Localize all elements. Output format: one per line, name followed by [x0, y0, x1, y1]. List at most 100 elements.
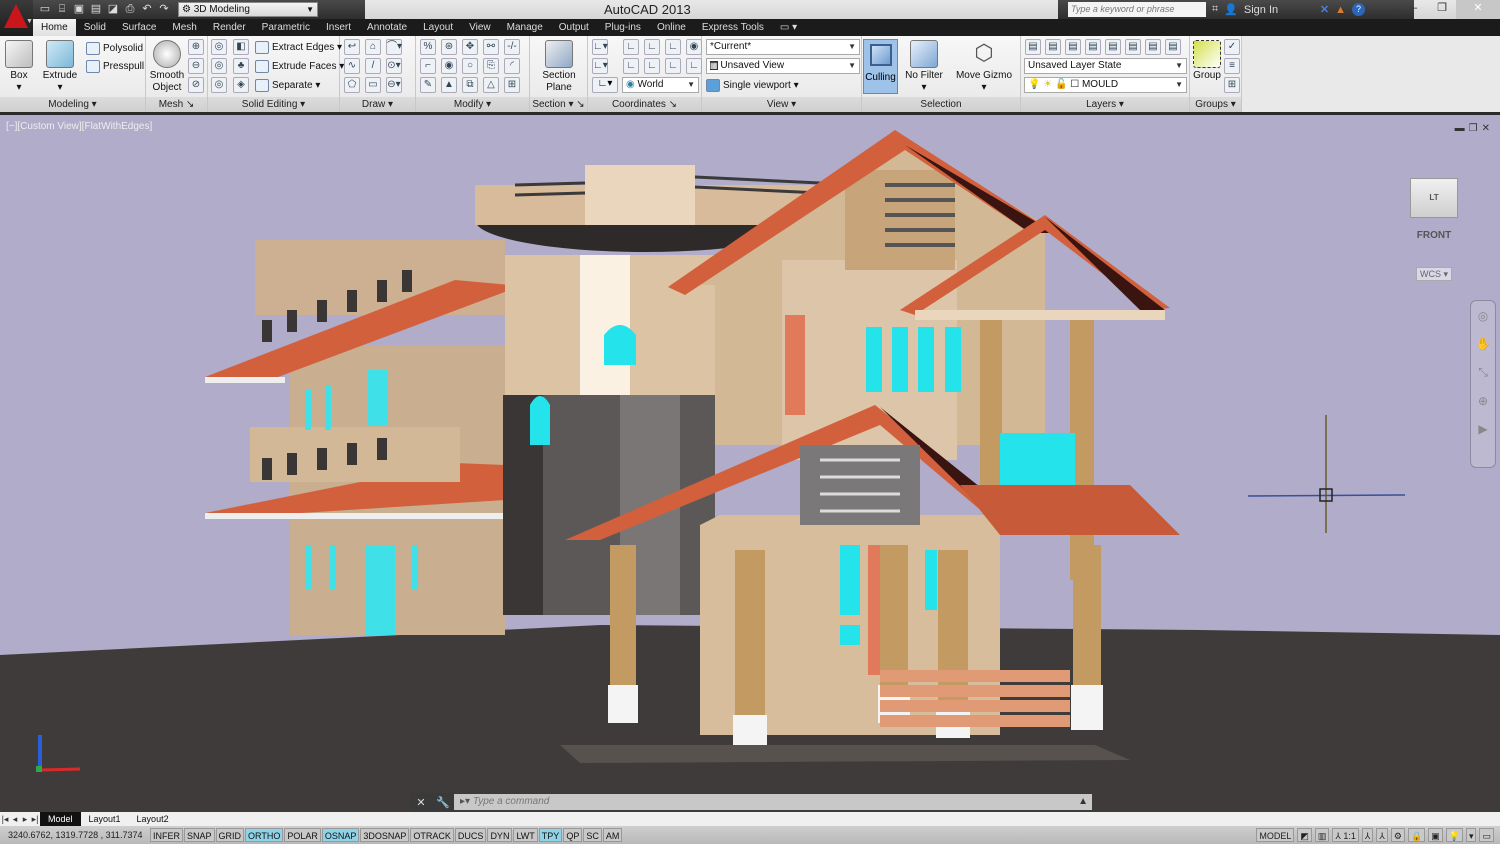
- tab-surface[interactable]: Surface: [114, 19, 164, 36]
- toggle-ortho[interactable]: ORTHO: [245, 828, 284, 842]
- ucs-previous-icon[interactable]: ∟: [623, 58, 639, 74]
- group-edit-icon[interactable]: ≡: [1224, 58, 1240, 74]
- close-icon[interactable]: ✕: [410, 796, 432, 809]
- toggle-ducs[interactable]: DUCS: [454, 828, 487, 842]
- refine-mesh-icon[interactable]: ⊘: [188, 77, 204, 93]
- ucs-icon-dropdown[interactable]: ∟▾: [592, 77, 618, 93]
- tab-solid[interactable]: Solid: [76, 19, 114, 36]
- ucs-world-icon[interactable]: ∟: [644, 39, 660, 55]
- isolate-icon[interactable]: ▤: [1105, 39, 1121, 55]
- layer-dropdown[interactable]: 💡 ☀ 🔓 ☐ MOULD ▼: [1024, 77, 1187, 93]
- model-space-button[interactable]: MODEL: [1256, 828, 1295, 842]
- panel-title-view[interactable]: View ▾: [702, 97, 861, 112]
- toggle-polar[interactable]: POLAR: [284, 828, 321, 842]
- tab-output[interactable]: Output: [551, 19, 597, 36]
- undo-icon[interactable]: ↶: [140, 3, 154, 16]
- unisolate-icon[interactable]: ▤: [1125, 39, 1141, 55]
- smooth-more-icon[interactable]: ⊕: [188, 39, 204, 55]
- layer-previous-icon[interactable]: ▤: [1085, 39, 1101, 55]
- last-tab-icon[interactable]: ▸|: [30, 814, 40, 825]
- sign-in-link[interactable]: Sign In: [1244, 4, 1314, 16]
- smooth-object-button[interactable]: Smooth Object: [148, 40, 186, 94]
- maximize-icon[interactable]: ❐: [1428, 0, 1456, 19]
- binoculars-icon[interactable]: ⌗: [1212, 3, 1218, 16]
- copy-icon[interactable]: ⎘: [483, 58, 499, 74]
- extrude-faces-button[interactable]: Extrude Faces ▾: [255, 58, 344, 75]
- tab-view[interactable]: View: [461, 19, 499, 36]
- box-button[interactable]: Box ▾: [4, 40, 34, 94]
- tab-insert[interactable]: Insert: [318, 19, 359, 36]
- zoom-icon[interactable]: ⤡: [1478, 365, 1488, 380]
- open-icon[interactable]: ⌸: [55, 3, 69, 16]
- toggle-lwt[interactable]: LWT: [513, 828, 538, 842]
- viewport-controls-label[interactable]: [−][Custom View][FlatWithEdges]: [6, 121, 152, 132]
- panel-title-coordinates[interactable]: Coordinates ↘: [588, 97, 701, 112]
- quick-view-drawings-icon[interactable]: ▥: [1314, 828, 1330, 842]
- intersect-icon[interactable]: ◎: [211, 77, 227, 93]
- prev-tab-icon[interactable]: ◂: [10, 814, 20, 825]
- polysolid-button[interactable]: Polysolid: [86, 40, 143, 57]
- visual-style-dropdown[interactable]: *Current* ▼: [706, 39, 860, 55]
- command-history-toggle[interactable]: ▲: [1078, 794, 1088, 810]
- isolate-objects-icon[interactable]: 💡: [1445, 828, 1463, 842]
- toggle-sc[interactable]: SC: [583, 828, 602, 842]
- panel-title-modify[interactable]: Modify ▾: [416, 97, 529, 112]
- ucs-named-icon[interactable]: ∟: [623, 39, 639, 55]
- ucs-menu[interactable]: WCS ▾: [1416, 267, 1452, 281]
- subtract-icon[interactable]: ◎: [211, 58, 227, 74]
- arc-icon[interactable]: ⌒▾: [386, 39, 402, 55]
- workspace-switching-icon[interactable]: ⚙: [1390, 828, 1405, 842]
- tab-layout[interactable]: Layout: [415, 19, 461, 36]
- slice-icon[interactable]: ◧: [233, 39, 249, 55]
- next-tab-icon[interactable]: ▸: [20, 814, 30, 825]
- toggle-osnap[interactable]: OSNAP: [321, 828, 360, 842]
- help-icon[interactable]: ?: [1352, 3, 1366, 16]
- 3d-align-icon[interactable]: ⚯: [483, 39, 499, 55]
- tab-mesh[interactable]: Mesh: [164, 19, 204, 36]
- layer-state-dropdown[interactable]: Unsaved Layer State ▼: [1024, 58, 1187, 74]
- redo-icon[interactable]: ↷: [157, 3, 171, 16]
- tab-online[interactable]: Online: [649, 19, 694, 36]
- ucs-origin-icon[interactable]: ∟: [665, 39, 681, 55]
- minimize-icon[interactable]: ▬: [1455, 123, 1465, 134]
- off-icon[interactable]: ▤: [1165, 39, 1181, 55]
- polyline-icon[interactable]: ↩: [344, 39, 360, 55]
- rotate-icon[interactable]: ○: [462, 58, 478, 74]
- ellipse-icon[interactable]: ⊖▾: [386, 77, 402, 93]
- wrench-icon[interactable]: 🔧: [432, 796, 454, 809]
- toggle-grid[interactable]: GRID: [215, 828, 245, 842]
- ribbon-display-toggle[interactable]: ▭ ▾: [772, 19, 805, 36]
- mirror-icon[interactable]: ▲: [441, 77, 457, 93]
- array-icon[interactable]: ⊞: [504, 77, 520, 93]
- ucs-icon[interactable]: ∟▾: [592, 39, 608, 55]
- line-icon[interactable]: /: [365, 58, 381, 74]
- command-input[interactable]: ▸▾ Type a command ▲: [454, 794, 1092, 810]
- scale-icon[interactable]: %: [420, 39, 436, 55]
- smooth-less-icon[interactable]: ⊖: [188, 58, 204, 74]
- ucs-face-icon[interactable]: ∟▾: [592, 58, 608, 74]
- trim-icon[interactable]: -/-: [504, 39, 520, 55]
- steeringwheel-icon[interactable]: ◎: [1478, 309, 1488, 323]
- 3d-array-icon[interactable]: ◉: [441, 58, 457, 74]
- ucs-z-icon[interactable]: ∟: [665, 58, 681, 74]
- panel-title-groups[interactable]: Groups ▾: [1190, 97, 1241, 112]
- first-tab-icon[interactable]: |◂: [0, 814, 10, 825]
- 3d-rotate-icon[interactable]: ⊛: [441, 39, 457, 55]
- hardware-acceleration-icon[interactable]: ▣: [1428, 828, 1443, 842]
- interfere-icon[interactable]: ♣: [233, 58, 249, 74]
- toggle-infer[interactable]: INFER: [150, 828, 183, 842]
- exchange-icon[interactable]: ✕: [1320, 3, 1329, 16]
- rectangle-icon[interactable]: ▭: [365, 77, 381, 93]
- ucs-3point-icon[interactable]: ∟: [686, 58, 702, 74]
- ucs-x-icon[interactable]: ∟: [644, 58, 660, 74]
- showmotion-icon[interactable]: ▶: [1478, 422, 1487, 436]
- orbit-icon[interactable]: ⊕: [1478, 394, 1488, 408]
- coordinate-readout[interactable]: 3240.6762, 1319.7728 , 311.7374: [0, 830, 150, 840]
- toggle-otrack[interactable]: OTRACK: [410, 828, 454, 842]
- save-icon[interactable]: ▣: [72, 3, 86, 16]
- stay-connected-icon[interactable]: ▲: [1335, 4, 1346, 16]
- auto-scale-icon[interactable]: ⅄: [1376, 828, 1388, 842]
- status-menu-icon[interactable]: ▾: [1465, 828, 1477, 842]
- workspace-dropdown[interactable]: ⚙ 3D Modeling ▼: [178, 2, 318, 17]
- minimize-icon[interactable]: –: [1400, 0, 1428, 19]
